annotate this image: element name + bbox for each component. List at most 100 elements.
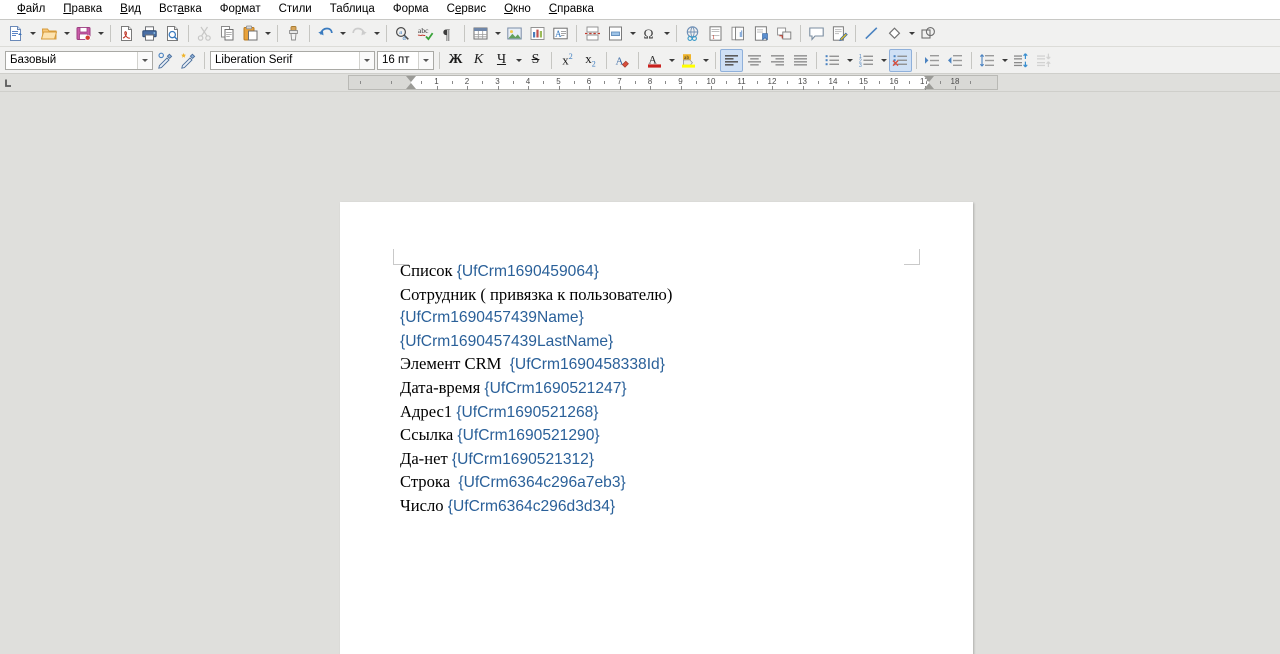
- menu-form[interactable]: Форма: [384, 0, 438, 19]
- document-page[interactable]: Список {UfCrm1690459064} Сотрудник ( прив…: [340, 202, 973, 654]
- right-indent-marker[interactable]: [924, 83, 934, 89]
- chevron-down-icon[interactable]: [418, 51, 433, 69]
- decrease-indent-icon[interactable]: [944, 49, 967, 72]
- strikethrough-button[interactable]: S: [524, 49, 547, 72]
- hyperlink-icon[interactable]: [681, 22, 704, 45]
- menu-file[interactable]: Файл: [8, 0, 54, 19]
- save-document-dropdown[interactable]: [95, 22, 106, 45]
- align-center-icon[interactable]: [743, 49, 766, 72]
- bookmark-icon[interactable]: [750, 22, 773, 45]
- menu-window[interactable]: Окно: [495, 0, 540, 19]
- ordered-list-dropdown[interactable]: [878, 49, 889, 72]
- print-preview-icon[interactable]: [161, 22, 184, 45]
- basic-shapes-icon[interactable]: [883, 22, 906, 45]
- increase-indent-icon[interactable]: [921, 49, 944, 72]
- draw-functions-icon[interactable]: [917, 22, 940, 45]
- unordered-list-dropdown[interactable]: [844, 49, 855, 72]
- new-document-dropdown[interactable]: [27, 22, 38, 45]
- placeholder-token[interactable]: {UfCrm6364c296a7eb3}: [458, 474, 625, 491]
- placeholder-token[interactable]: {UfCrm1690459064}: [457, 263, 599, 280]
- placeholder-token[interactable]: {UfCrm1690521312}: [452, 451, 594, 468]
- page-break-icon[interactable]: [581, 22, 604, 45]
- highlight-color-icon[interactable]: ab: [677, 49, 700, 72]
- font-color-dropdown[interactable]: [666, 49, 677, 72]
- export-pdf-icon[interactable]: [115, 22, 138, 45]
- document-line[interactable]: Адрес1 {UfCrm1690521268}: [400, 401, 920, 425]
- bold-button[interactable]: Ж: [444, 49, 467, 72]
- document-line[interactable]: {UfCrm1690457439LastName}: [400, 330, 920, 354]
- endnote-icon[interactable]: [727, 22, 750, 45]
- copy-icon[interactable]: [216, 22, 239, 45]
- document-line[interactable]: Дата-время {UfCrm1690521247}: [400, 377, 920, 401]
- tab-stop-left-icon[interactable]: [0, 74, 18, 92]
- align-justify-icon[interactable]: [789, 49, 812, 72]
- document-line[interactable]: Число {UfCrm6364c296d3d34}: [400, 495, 920, 519]
- paragraph-spacing-above-icon[interactable]: [1010, 49, 1033, 72]
- menu-tools[interactable]: Сервис: [438, 0, 495, 19]
- insert-field-dropdown[interactable]: [627, 22, 638, 45]
- unordered-list-icon[interactable]: [821, 49, 844, 72]
- right-indent-marker-top[interactable]: [924, 76, 934, 82]
- update-style-icon[interactable]: [154, 49, 177, 72]
- spelling-icon[interactable]: abc: [414, 22, 437, 45]
- italic-button[interactable]: К: [467, 49, 490, 72]
- placeholder-token[interactable]: {UfCrm1690458338Id}: [510, 356, 665, 373]
- first-line-indent-marker[interactable]: [406, 76, 416, 82]
- footnote-icon[interactable]: 1: [704, 22, 727, 45]
- insert-table-dropdown[interactable]: [492, 22, 503, 45]
- redo-icon[interactable]: [348, 22, 371, 45]
- cross-reference-icon[interactable]: [773, 22, 796, 45]
- open-document-icon[interactable]: [38, 22, 61, 45]
- placeholder-token[interactable]: {UfCrm6364c296d3d34}: [448, 498, 615, 515]
- placeholder-token[interactable]: {UfCrm1690521247}: [484, 380, 626, 397]
- placeholder-token[interactable]: {UfCrm1690521268}: [456, 404, 598, 421]
- horizontal-ruler[interactable]: 1 2 3 4 5 6 7 8 9 10 11 12 13 14 15 16 17 18: [348, 75, 998, 90]
- comment-icon[interactable]: [805, 22, 828, 45]
- document-line[interactable]: Ссылка {UfCrm1690521290}: [400, 424, 920, 448]
- document-line[interactable]: Список {UfCrm1690459064}: [400, 260, 920, 284]
- line-spacing-icon[interactable]: [976, 49, 999, 72]
- line-icon[interactable]: [860, 22, 883, 45]
- align-left-icon[interactable]: [720, 48, 743, 72]
- menu-format[interactable]: Формат: [211, 0, 270, 19]
- ordered-list-icon[interactable]: 123: [855, 49, 878, 72]
- insert-field-icon[interactable]: [604, 22, 627, 45]
- clear-formatting-icon[interactable]: A: [611, 49, 634, 72]
- font-size-combo[interactable]: 16 пт: [377, 50, 434, 70]
- track-changes-icon[interactable]: [828, 22, 851, 45]
- document-workspace[interactable]: Список {UfCrm1690459064} Сотрудник ( прив…: [0, 92, 1280, 654]
- formatting-marks-icon[interactable]: ¶: [437, 22, 460, 45]
- font-color-icon[interactable]: A: [643, 49, 666, 72]
- insert-chart-icon[interactable]: [526, 22, 549, 45]
- basic-shapes-dropdown[interactable]: [906, 22, 917, 45]
- chevron-down-icon[interactable]: [359, 51, 374, 69]
- undo-icon[interactable]: [314, 22, 337, 45]
- paste-icon[interactable]: [239, 22, 262, 45]
- menu-edit[interactable]: Правка: [54, 0, 111, 19]
- line-spacing-dropdown[interactable]: [999, 49, 1010, 72]
- font-name-combo[interactable]: Liberation Serif: [210, 50, 375, 70]
- document-line[interactable]: Сотрудник ( привязка к пользователю): [400, 284, 920, 307]
- document-line[interactable]: Строка {UfCrm6364c296a7eb3}: [400, 471, 920, 495]
- insert-image-icon[interactable]: [503, 22, 526, 45]
- document-line[interactable]: Да-нет {UfCrm1690521312}: [400, 448, 920, 472]
- placeholder-token[interactable]: {UfCrm1690521290}: [457, 427, 599, 444]
- find-replace-icon[interactable]: a d: [391, 22, 414, 45]
- document-text[interactable]: Список {UfCrm1690459064} Сотрудник ( прив…: [400, 260, 920, 519]
- menu-help[interactable]: Справка: [540, 0, 603, 19]
- menu-insert[interactable]: Вставка: [150, 0, 211, 19]
- new-style-icon[interactable]: [177, 49, 200, 72]
- paragraph-style-combo[interactable]: Базовый: [5, 50, 153, 70]
- redo-dropdown[interactable]: [371, 22, 382, 45]
- placeholder-token[interactable]: {UfCrm1690457439Name}: [400, 309, 584, 326]
- print-icon[interactable]: [138, 22, 161, 45]
- insert-textbox-icon[interactable]: A: [549, 22, 572, 45]
- document-line[interactable]: {UfCrm1690457439Name}: [400, 306, 920, 330]
- save-document-icon[interactable]: [72, 22, 95, 45]
- menu-table[interactable]: Таблица: [321, 0, 384, 19]
- placeholder-token[interactable]: {UfCrm1690457439LastName}: [400, 333, 613, 350]
- align-right-icon[interactable]: [766, 49, 789, 72]
- undo-dropdown[interactable]: [337, 22, 348, 45]
- open-document-dropdown[interactable]: [61, 22, 72, 45]
- underline-dropdown[interactable]: [513, 49, 524, 72]
